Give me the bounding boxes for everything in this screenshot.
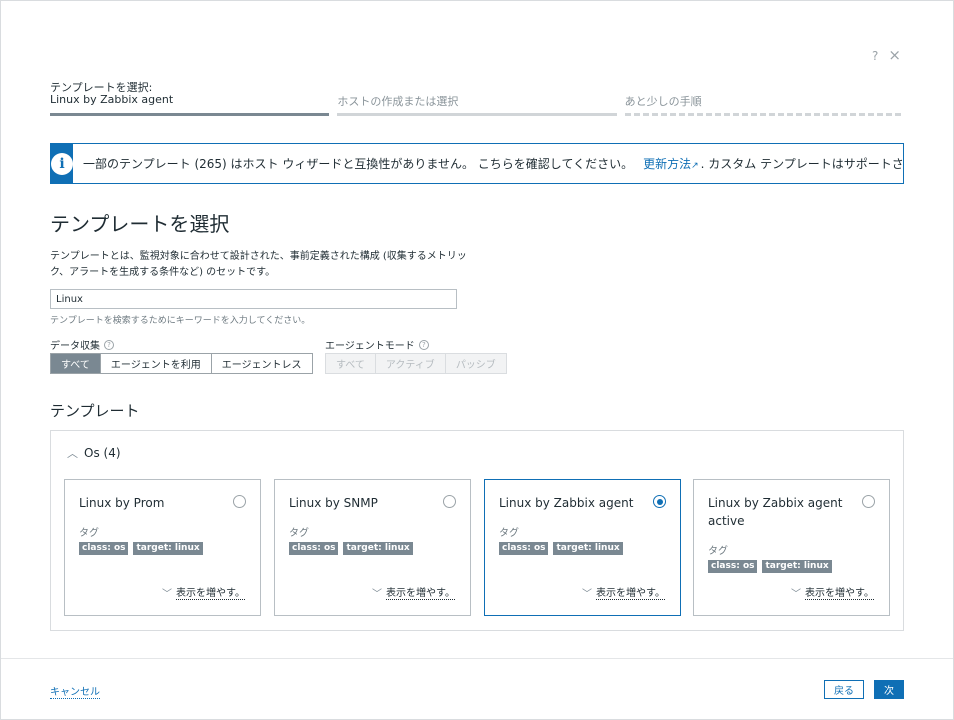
info-message: 一部のテンプレート (265) はホスト ウィザードと互換性がありません。 こち… <box>73 144 904 183</box>
tag-list: class: os target: linux <box>499 542 623 555</box>
help-icon[interactable]: ? <box>418 339 429 350</box>
help-icon[interactable]: ? <box>104 339 114 350</box>
tag-badge: target: linux <box>343 542 413 555</box>
close-icon[interactable]: × <box>888 48 901 63</box>
agent-mode-label: エージェントモード ? <box>325 337 429 352</box>
templates-section-title: テンプレート <box>50 402 140 420</box>
tag-badge: target: linux <box>133 542 203 555</box>
step-subtitle: あと少しの手順 <box>624 95 702 108</box>
tag-list: class: os target: linux <box>708 560 832 573</box>
template-radio[interactable] <box>653 495 666 508</box>
page-title: テンプレートを選択 <box>50 212 230 236</box>
tag-badge: class: os <box>79 542 129 555</box>
show-more-label: 表示を増やす。 <box>176 584 245 600</box>
info-icon: i <box>51 152 73 175</box>
info-text: 一部のテンプレート (265) はホスト ウィザードと互換性がありません。 こち… <box>83 157 634 171</box>
chevron-down-icon: ﹀ <box>162 588 172 600</box>
agent-mode-option-all: すべて <box>326 354 376 373</box>
template-card-linux-by-prom[interactable]: Linux by Prom タグ class: os target: linux… <box>64 479 261 616</box>
group-toggle-os[interactable]: ︿ Os (4) <box>67 445 121 461</box>
cancel-link[interactable]: キャンセル <box>50 683 100 699</box>
template-card-linux-by-zabbix-agent[interactable]: Linux by Zabbix agent タグ class: os targe… <box>484 479 681 616</box>
tag-badge: class: os <box>289 542 339 555</box>
agent-mode-selector: すべて アクティブ パッシブ <box>325 353 507 374</box>
chevron-up-icon: ︿ <box>67 447 78 460</box>
show-more-link[interactable]: ﹀ 表示を増やす。 <box>791 584 874 600</box>
group-label: Os (4) <box>84 446 121 460</box>
show-more-link[interactable]: ﹀ 表示を増やす。 <box>582 584 665 600</box>
search-hint: テンプレートを検索するためにキーワードを入力してください。 <box>50 316 311 326</box>
tag-label: タグ <box>708 546 728 557</box>
tag-label: タグ <box>289 528 309 539</box>
update-link[interactable]: 更新方法↗ <box>643 155 701 172</box>
data-collection-option-all[interactable]: すべて <box>51 354 101 373</box>
external-link-icon: ↗ <box>691 161 699 171</box>
help-icon[interactable]: ? <box>872 49 878 63</box>
info-icon-box: i <box>51 144 73 183</box>
tag-badge: target: linux <box>762 560 832 573</box>
step-title <box>337 79 616 93</box>
step-subtitle: Linux by Zabbix agent <box>50 93 174 106</box>
data-collection-label-text: データ収集 <box>50 341 100 352</box>
step-progress-bar <box>624 113 904 116</box>
wizard-steps: テンプレートを選択: Linux by Zabbix agent ホストの作成ま… <box>50 79 904 116</box>
template-card-linux-by-zabbix-agent-active[interactable]: Linux by Zabbix agent active タグ class: o… <box>693 479 890 616</box>
template-search-input[interactable] <box>50 289 457 309</box>
agent-mode-label-text: エージェントモード <box>325 341 415 352</box>
tag-list: class: os target: linux <box>289 542 413 555</box>
template-radio[interactable] <box>443 495 456 508</box>
show-more-label: 表示を増やす。 <box>386 584 455 600</box>
window-controls: ? × <box>872 48 901 64</box>
footer-divider <box>1 658 953 659</box>
show-more-label: 表示を増やす。 <box>596 584 665 600</box>
template-card-title: Linux by Prom <box>79 496 165 510</box>
agent-mode-option-active: アクティブ <box>375 354 446 373</box>
template-card-title: Linux by Zabbix agent active <box>708 496 843 528</box>
chevron-down-icon: ﹀ <box>791 588 801 600</box>
step-progress-bar <box>337 113 617 116</box>
tag-list: class: os target: linux <box>79 542 203 555</box>
step-final: あと少しの手順 <box>624 79 904 116</box>
step-progress-bar <box>50 113 330 116</box>
template-card-title: Linux by SNMP <box>289 496 378 510</box>
template-card-linux-by-snmp[interactable]: Linux by SNMP タグ class: os target: linux… <box>274 479 471 616</box>
tag-label: タグ <box>499 528 519 539</box>
agent-mode-option-passive: パッシブ <box>445 354 506 373</box>
show-more-link[interactable]: ﹀ 表示を増やす。 <box>162 584 245 600</box>
step-create-host: ホストの作成または選択 <box>337 79 617 116</box>
info-banner: i 一部のテンプレート (265) はホスト ウィザードと互換性がありません。 … <box>50 143 904 184</box>
next-button[interactable]: 次 <box>874 680 904 699</box>
template-wizard-dialog: ? × テンプレートを選択: Linux by Zabbix agent ホスト… <box>0 0 954 720</box>
tag-label: タグ <box>79 528 99 539</box>
back-button[interactable]: 戻る <box>824 680 864 699</box>
data-collection-selector: すべて エージェントを利用 エージェントレス <box>50 353 313 374</box>
info-text-after: . カスタム テンプレートはサポートされていません。 <box>700 157 904 171</box>
show-more-label: 表示を増やす。 <box>805 584 874 600</box>
chevron-down-icon: ﹀ <box>372 588 382 600</box>
show-more-link[interactable]: ﹀ 表示を増やす。 <box>372 584 455 600</box>
step-select-template: テンプレートを選択: Linux by Zabbix agent <box>50 79 330 116</box>
tag-badge: class: os <box>499 542 549 555</box>
template-radio[interactable] <box>862 495 875 508</box>
template-card-title: Linux by Zabbix agent <box>499 496 634 510</box>
tag-badge: class: os <box>708 560 758 573</box>
data-collection-option-agentless[interactable]: エージェントレス <box>211 354 312 373</box>
update-link-label: 更新方法 <box>643 157 692 171</box>
page-description: テンプレートとは、監視対象に合わせて設計された、事前定義された構成 (収集するメ… <box>50 251 467 278</box>
step-title <box>625 79 904 93</box>
step-title: テンプレートを選択: <box>50 81 153 94</box>
template-radio[interactable] <box>233 495 246 508</box>
data-collection-label: データ収集 ? <box>50 337 114 352</box>
data-collection-option-agent[interactable]: エージェントを利用 <box>100 354 212 373</box>
tag-badge: target: linux <box>553 542 623 555</box>
step-subtitle: ホストの作成または選択 <box>337 95 459 108</box>
chevron-down-icon: ﹀ <box>582 588 592 600</box>
